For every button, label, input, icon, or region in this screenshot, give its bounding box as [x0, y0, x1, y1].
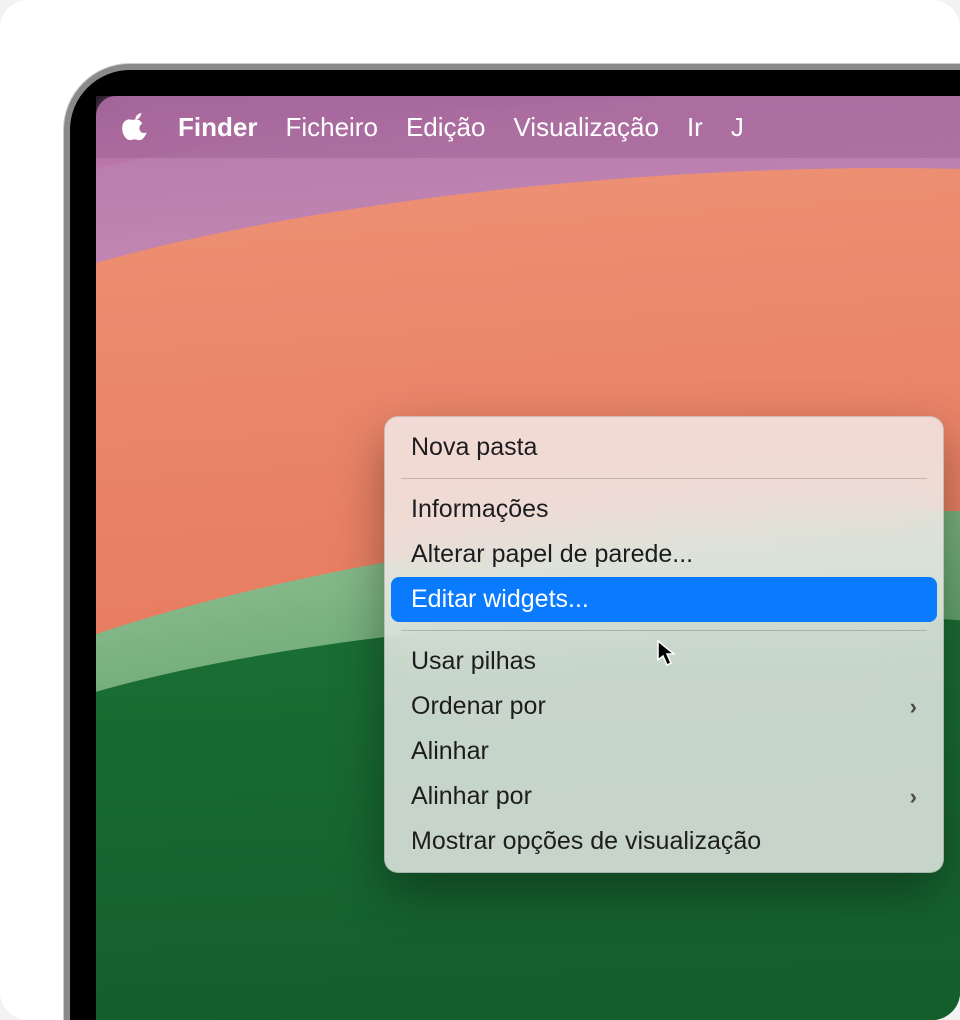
menubar-item-partial[interactable]: J — [731, 112, 744, 143]
menubar-item-go[interactable]: Ir — [687, 112, 703, 143]
context-menu-item-sort-by[interactable]: Ordenar por › — [385, 684, 943, 729]
context-menu-item-clean-up[interactable]: Alinhar — [385, 729, 943, 774]
desktop-context-menu: Nova pasta Informações Alterar papel de … — [384, 416, 944, 873]
context-menu-separator — [401, 630, 927, 631]
context-menu-item-get-info[interactable]: Informações — [385, 487, 943, 532]
context-menu-item-show-view-options[interactable]: Mostrar opções de visualização — [385, 819, 943, 864]
menubar-app-name[interactable]: Finder — [178, 112, 257, 143]
context-menu-item-label: Alterar papel de parede... — [411, 540, 693, 569]
chevron-right-icon: › — [910, 694, 917, 720]
context-menu-item-edit-widgets[interactable]: Editar widgets... — [391, 577, 937, 622]
context-menu-item-new-folder[interactable]: Nova pasta — [385, 425, 943, 470]
menubar-item-edit[interactable]: Edição — [406, 112, 486, 143]
device-frame-card: Finder Ficheiro Edição Visualização Ir J… — [0, 0, 960, 1020]
context-menu-item-label: Nova pasta — [411, 433, 537, 462]
context-menu-item-label: Mostrar opções de visualização — [411, 827, 761, 856]
context-menu-item-label: Editar widgets... — [411, 585, 589, 614]
context-menu-item-change-wallpaper[interactable]: Alterar papel de parede... — [385, 532, 943, 577]
menubar-item-file[interactable]: Ficheiro — [285, 112, 377, 143]
context-menu-item-clean-up-by[interactable]: Alinhar por › — [385, 774, 943, 819]
context-menu-item-label: Alinhar — [411, 737, 489, 766]
context-menu-separator — [401, 478, 927, 479]
context-menu-item-use-stacks[interactable]: Usar pilhas — [385, 639, 943, 684]
apple-logo-icon[interactable] — [122, 113, 150, 141]
context-menu-item-label: Alinhar por — [411, 782, 532, 811]
chevron-right-icon: › — [910, 784, 917, 810]
laptop-bezel: Finder Ficheiro Edição Visualização Ir J… — [70, 70, 960, 1020]
context-menu-item-label: Ordenar por — [411, 692, 546, 721]
desktop-screen: Finder Ficheiro Edição Visualização Ir J… — [96, 96, 960, 1020]
menubar-item-view[interactable]: Visualização — [513, 112, 659, 143]
context-menu-item-label: Usar pilhas — [411, 647, 536, 676]
context-menu-item-label: Informações — [411, 495, 549, 524]
macos-menubar: Finder Ficheiro Edição Visualização Ir J — [96, 96, 960, 158]
